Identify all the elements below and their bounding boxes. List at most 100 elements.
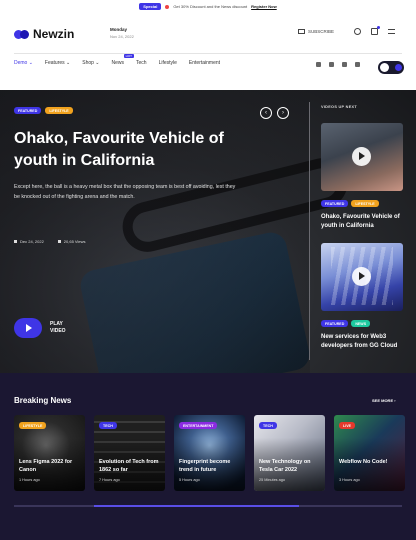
promo-bar: Special Get 30% Discount and the News di… <box>0 0 416 13</box>
side-video-card[interactable]: FEATURED NEWS New services for Web3 deve… <box>321 243 403 350</box>
logo-icon <box>14 29 30 39</box>
promo-badge: Special <box>139 3 162 10</box>
play-label-line1: PLAY <box>50 321 63 327</box>
card-meta: 5 Hours ago <box>179 478 200 482</box>
facebook-icon[interactable] <box>329 62 334 67</box>
news-card[interactable]: LIVE Webflow No Code! 3 Hours ago <box>334 415 405 491</box>
hero-meta: Dec 24, 2022 20,65 Views <box>14 239 86 244</box>
hero-divider <box>309 102 310 360</box>
see-more-link[interactable]: SEE MORE › <box>372 398 396 403</box>
card-caption[interactable]: New Technology on Tesla Car 2022 <box>259 459 321 474</box>
youtube-icon[interactable] <box>355 62 360 67</box>
tag-featured[interactable]: FEATURED <box>14 107 42 114</box>
page: Special Get 30% Discount and the News di… <box>0 0 416 540</box>
header: Newzin Monday Nov 24, 2022 SUBSCRIBE <box>0 13 416 54</box>
hero-title[interactable]: Ohako, Favourite Vehicle of youth in Cal… <box>14 128 264 172</box>
card-meta: 1 Hours ago <box>19 478 40 482</box>
mail-icon <box>298 29 305 34</box>
card-tag[interactable]: TECH <box>259 422 277 429</box>
register-link[interactable]: Register Now <box>251 4 277 9</box>
card-caption[interactable]: Evolution of Tech from 1862 so far <box>99 459 161 474</box>
card-tag[interactable]: ENTERTAINMENT <box>179 422 218 429</box>
play-video-button[interactable]: PLAY VIDEO <box>14 318 66 338</box>
date-full: Nov 24, 2022 <box>110 34 134 39</box>
play-icon <box>14 318 42 338</box>
play-icon[interactable] <box>352 147 371 166</box>
news-card[interactable]: TECH New Technology on Tesla Car 2022 25… <box>254 415 325 491</box>
subscribe-button[interactable]: SUBSCRIBE <box>298 29 334 34</box>
next-arrow-icon[interactable]: › <box>277 107 289 119</box>
hero-views-text: 20,65 Views <box>63 239 86 244</box>
main-nav: Demo ⌄ Features ⌄ Shop ⌄ News HOT Tech L… <box>14 54 232 66</box>
nav-item-demo[interactable]: Demo ⌄ <box>14 60 33 66</box>
hero-tags: FEATURED LIFESTYLE <box>14 107 73 114</box>
card-tag[interactable]: TECH <box>99 422 117 429</box>
tag-featured[interactable]: FEATURED <box>321 320 349 327</box>
card-caption[interactable]: Webflow No Code! <box>339 459 401 467</box>
carousel-scrollbar-thumb[interactable] <box>94 505 299 507</box>
nav-item-tech[interactable]: Tech <box>136 60 147 66</box>
side-videos-title: VIDEOS UP NEXT <box>321 105 357 109</box>
side-video-card[interactable]: FEATURED LIFESTYLE Ohako, Favourite Vehi… <box>321 123 403 230</box>
hero-date-text: Dec 24, 2022 <box>20 239 44 244</box>
news-card[interactable]: LIFESTYLE Lens Figma 2022 for Canon 1 Ho… <box>14 415 85 491</box>
logo-text: Newzin <box>33 27 75 41</box>
menu-icon[interactable] <box>388 29 395 34</box>
hero-views: 20,65 Views <box>57 239 86 244</box>
eye-icon <box>57 240 61 243</box>
hot-badge: HOT <box>123 54 135 58</box>
nav-item-entertainment[interactable]: Entertainment <box>189 60 220 66</box>
logo[interactable]: Newzin <box>14 27 74 41</box>
tag-news[interactable]: NEWS <box>351 320 371 327</box>
header-divider <box>14 53 402 54</box>
side-video-thumbnail[interactable] <box>321 243 403 311</box>
card-tag[interactable]: LIVE <box>339 422 355 429</box>
nav-item-news-label: News <box>111 60 125 66</box>
side-video-tags: FEATURED NEWS <box>321 320 403 327</box>
calendar-icon <box>14 240 17 243</box>
card-caption[interactable]: Lens Figma 2022 for Canon <box>19 459 81 474</box>
news-card[interactable]: ENTERTAINMENT Fingerprint become trend i… <box>174 415 245 491</box>
tag-featured[interactable]: FEATURED <box>321 200 349 207</box>
subscribe-label: SUBSCRIBE <box>308 29 335 34</box>
nav-item-news[interactable]: News HOT <box>111 54 135 66</box>
side-video-caption[interactable]: Ohako, Favourite Vehicle of youth in Cal… <box>321 213 403 230</box>
card-caption[interactable]: Fingerprint become trend in future <box>179 459 241 474</box>
card-tag[interactable]: LIFESTYLE <box>19 422 47 429</box>
header-actions <box>354 26 395 35</box>
breaking-news-section: Breaking News SEE MORE › LIFESTYLE Lens … <box>0 373 416 540</box>
carousel-scrollbar[interactable] <box>14 505 402 507</box>
play-label-line2: VIDEO <box>50 328 66 334</box>
nav-item-lifestyle[interactable]: Lifestyle <box>159 60 177 66</box>
date-block: Monday Nov 24, 2022 <box>110 27 134 39</box>
hero-section: FEATURED LIFESTYLE ‹ › Ohako, Favourite … <box>0 90 416 373</box>
side-video-tags: FEATURED LIFESTYLE <box>321 200 403 207</box>
nav-item-features[interactable]: Features ⌄ <box>45 60 70 66</box>
card-meta: 7 Hours ago <box>99 478 120 482</box>
tag-lifestyle[interactable]: LIFESTYLE <box>351 200 379 207</box>
promo-text: Get 30% Discount and the News discount <box>173 4 248 9</box>
prev-arrow-icon[interactable]: ‹ <box>260 107 272 119</box>
hero-excerpt: Except here, the ball is a heavy metal b… <box>14 184 236 200</box>
breaking-news-title: Breaking News <box>14 396 72 405</box>
gift-icon <box>165 4 170 9</box>
play-label: PLAY VIDEO <box>50 321 66 335</box>
card-meta: 3 Hours ago <box>339 478 360 482</box>
user-icon[interactable] <box>354 28 361 35</box>
hero-arrows: ‹ › <box>260 107 289 119</box>
play-icon[interactable] <box>352 267 371 286</box>
hero-date: Dec 24, 2022 <box>14 239 44 244</box>
news-card[interactable]: TECH Evolution of Tech from 1862 so far … <box>94 415 165 491</box>
social-links <box>316 62 360 67</box>
cart-icon[interactable] <box>371 26 380 35</box>
dark-mode-toggle[interactable] <box>378 61 404 74</box>
twitter-icon[interactable] <box>316 62 321 67</box>
cart-badge <box>377 26 380 29</box>
tag-lifestyle[interactable]: LIFESTYLE <box>45 107 73 114</box>
side-video-thumbnail[interactable] <box>321 123 403 191</box>
nav-item-shop[interactable]: Shop ⌄ <box>82 60 99 66</box>
moon-icon <box>395 64 402 71</box>
instagram-icon[interactable] <box>342 62 347 67</box>
card-meta: 25 Minutes ago <box>259 478 285 482</box>
side-video-caption[interactable]: New services for Web3 developers from GG… <box>321 333 403 350</box>
